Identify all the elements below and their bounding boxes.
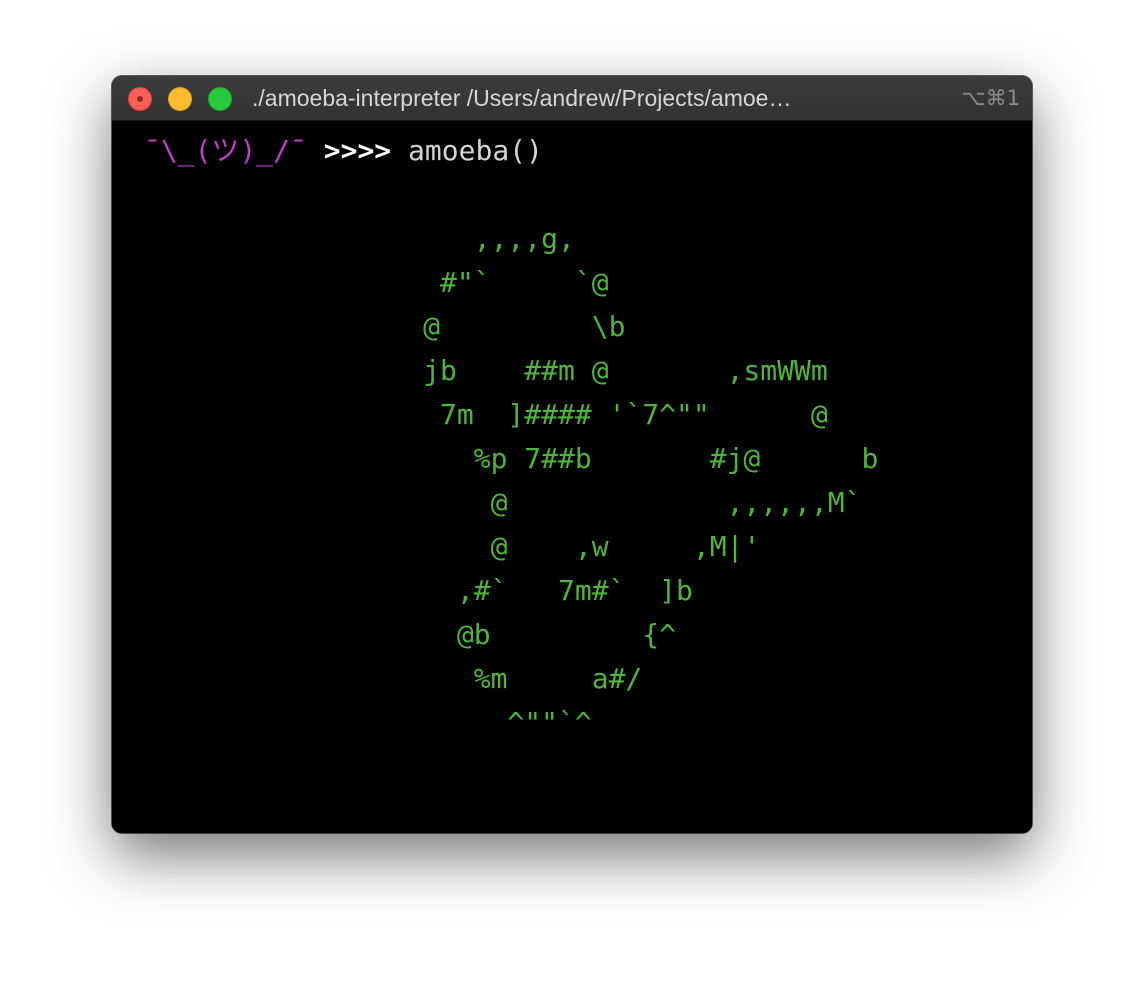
minimize-button[interactable] xyxy=(168,87,192,111)
tab-shortcut: ⌥⌘1 xyxy=(961,86,1020,110)
command-text: amoeba() xyxy=(408,134,543,167)
window-title: ./amoeba-interpreter /Users/andrew/Proje… xyxy=(252,85,792,111)
prompt-arrows: >>>> xyxy=(323,134,392,167)
title-bar[interactable]: ./amoeba-interpreter /Users/andrew/Proje… xyxy=(112,76,1032,121)
terminal-content[interactable]: ¯\_(ツ)_/¯ >>>> amoeba() ,,,,g, #"` `@ @ … xyxy=(112,121,1032,833)
close-icon xyxy=(137,96,143,102)
prompt-shrug: ¯\_(ツ)_/¯ xyxy=(144,134,307,167)
close-button[interactable] xyxy=(128,87,152,111)
prompt-line: ¯\_(ツ)_/¯ >>>> amoeba() xyxy=(144,131,543,171)
zoom-button[interactable] xyxy=(208,87,232,111)
terminal-window: ./amoeba-interpreter /Users/andrew/Proje… xyxy=(112,76,1032,833)
ascii-art-output: ,,,,g, #"` `@ @ \b jb ##m @ ,smWWm 7m ]#… xyxy=(423,222,879,739)
